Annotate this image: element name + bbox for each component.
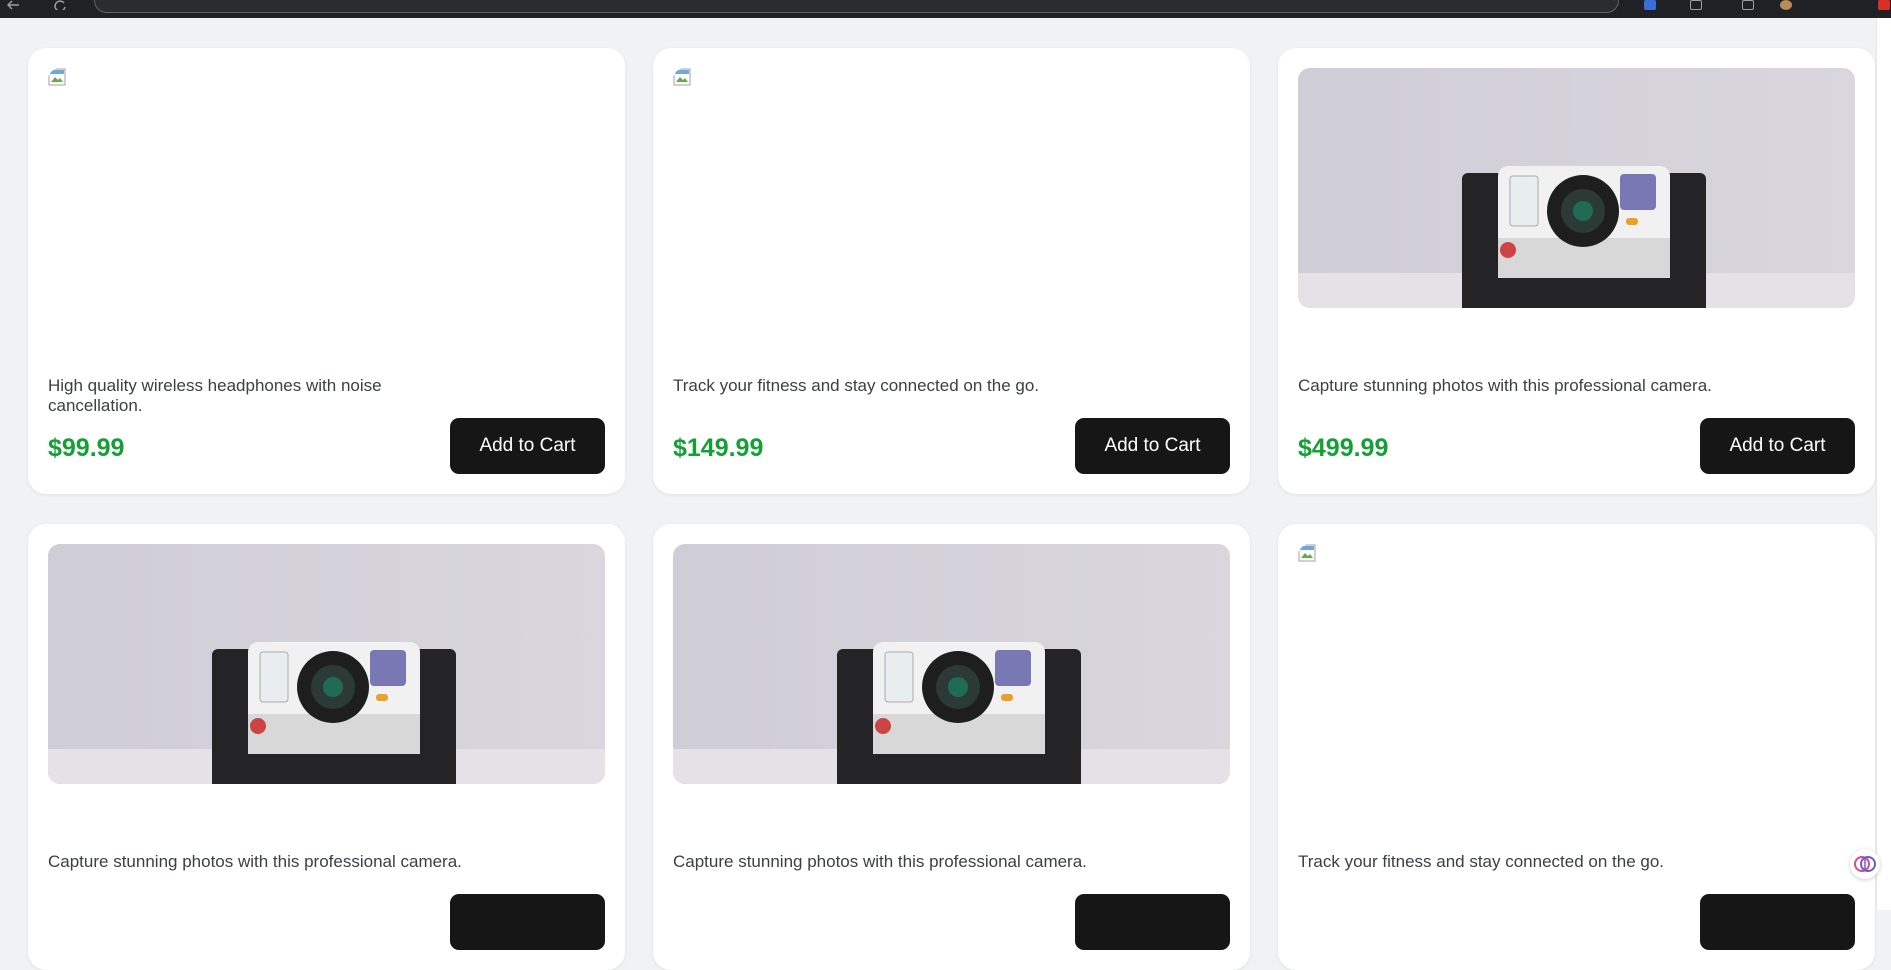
address-bar[interactable] — [94, 0, 1619, 13]
product-description: Capture stunning photos with this profes… — [48, 852, 462, 871]
add-to-cart-button[interactable] — [1700, 894, 1855, 950]
product-card: Track your fitness and stay connected on… — [653, 48, 1250, 494]
product-image — [673, 68, 1230, 308]
arrow-left-icon[interactable] — [6, 0, 20, 10]
product-image — [1298, 544, 1855, 784]
extension-icon[interactable] — [1644, 0, 1656, 10]
product-grid: High quality wireless headphones with no… — [28, 48, 1876, 970]
cast-icon[interactable] — [1742, 0, 1754, 10]
product-card: Capture stunning photos with this profes… — [653, 524, 1250, 970]
product-card: Capture stunning photos with this profes… — [1278, 48, 1875, 494]
product-price: $99.99 — [48, 434, 125, 462]
product-card: High quality wireless headphones with no… — [28, 48, 625, 494]
broken-image-icon — [673, 68, 691, 86]
product-image — [48, 544, 605, 784]
product-image — [48, 68, 605, 308]
product-image — [673, 544, 1230, 784]
page-scrollbar[interactable] — [1876, 18, 1891, 910]
camera-photo — [1298, 68, 1855, 308]
menu-icon[interactable] — [1878, 0, 1890, 10]
assistant-button[interactable] — [1850, 849, 1880, 879]
product-card: Track your fitness and stay connected on… — [1278, 524, 1875, 970]
add-to-cart-button[interactable]: Add to Cart — [1075, 418, 1230, 474]
broken-image-icon — [48, 68, 66, 86]
product-description: High quality wireless headphones with no… — [48, 376, 382, 415]
add-to-cart-button[interactable] — [1075, 894, 1230, 950]
product-description: Track your fitness and stay connected on… — [673, 376, 1040, 395]
add-to-cart-button[interactable] — [450, 894, 605, 950]
download-icon[interactable] — [1690, 0, 1702, 10]
product-price: $149.99 — [673, 434, 764, 462]
broken-image-icon — [1298, 544, 1316, 562]
add-to-cart-button[interactable]: Add to Cart — [450, 418, 605, 474]
brain-icon — [1854, 856, 1876, 872]
product-card: Capture stunning photos with this profes… — [28, 524, 625, 970]
camera-photo — [673, 544, 1230, 784]
add-to-cart-button[interactable]: Add to Cart — [1700, 418, 1855, 474]
product-description: Capture stunning photos with this profes… — [1298, 376, 1712, 395]
product-image — [1298, 68, 1855, 308]
browser-toolbar — [0, 0, 1891, 18]
avatar[interactable] — [1780, 0, 1792, 10]
product-description: Capture stunning photos with this profes… — [673, 852, 1087, 871]
reload-icon[interactable] — [54, 0, 66, 10]
camera-photo — [48, 544, 605, 784]
product-price: $499.99 — [1298, 434, 1389, 462]
product-description: Track your fitness and stay connected on… — [1298, 852, 1665, 871]
